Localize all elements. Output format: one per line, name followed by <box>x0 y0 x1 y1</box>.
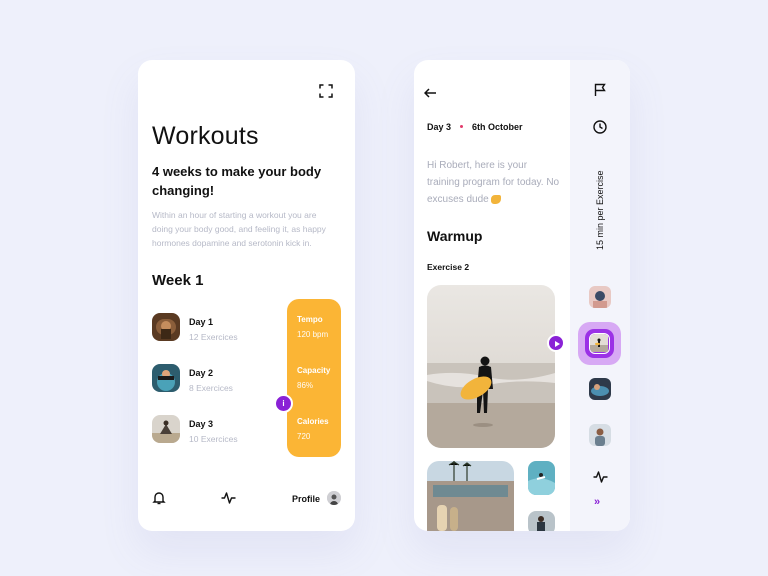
active-exercise-thumbnail <box>589 333 610 354</box>
profile-link[interactable]: Profile <box>292 494 320 504</box>
clock-icon[interactable] <box>593 120 607 134</box>
day-item[interactable]: Day 3 10 Exercices <box>152 415 282 445</box>
stat-label-calories: Calories <box>297 417 329 426</box>
flexed-biceps-icon <box>490 194 501 204</box>
greeting-text: Hi Robert, here is your training program… <box>427 157 562 208</box>
pulse-icon[interactable] <box>221 491 236 505</box>
day-item[interactable]: Day 1 12 Exercices <box>152 313 282 343</box>
stat-label-capacity: Capacity <box>297 366 331 375</box>
exercise-label: Exercise 2 <box>427 262 470 272</box>
duration-label: 15 min per Exercise <box>595 170 605 250</box>
day-date-line: Day 3 6th October <box>427 122 523 132</box>
day-name: Day 1 <box>189 317 214 327</box>
fullscreen-icon[interactable] <box>319 84 333 98</box>
stat-value-capacity: 86% <box>297 381 314 390</box>
side-exercise-thumbnail[interactable] <box>589 286 611 308</box>
exercise-image[interactable] <box>427 285 555 448</box>
pulse-icon[interactable] <box>593 470 608 484</box>
program-day: Day 3 <box>427 122 452 132</box>
day-thumbnail <box>152 364 180 392</box>
separator-dot <box>460 125 464 129</box>
side-exercise-active[interactable] <box>578 322 621 365</box>
workouts-card: Workouts 4 weeks to make your body chang… <box>138 60 355 531</box>
expand-chevron-icon[interactable]: » <box>594 496 600 508</box>
stat-label-tempo: Tempo <box>297 315 323 324</box>
page-description: Within an hour of starting a workout you… <box>152 210 326 248</box>
program-card: Day 3 6th October Hi Robert, here is your… <box>414 60 630 531</box>
day-name: Day 3 <box>189 419 214 429</box>
day-exercise-count: 10 Exercices <box>189 434 238 444</box>
stat-value-calories: 720 <box>297 432 311 441</box>
back-arrow-icon[interactable] <box>423 85 437 98</box>
week-heading: Week 1 <box>152 272 204 289</box>
day-thumbnail <box>152 313 180 341</box>
active-thumbnail-frame <box>585 329 614 358</box>
exercise-thumbnail[interactable] <box>528 461 555 495</box>
section-title: Warmup <box>427 228 483 244</box>
day-exercise-count: 8 Exercices <box>189 383 233 393</box>
side-exercise-thumbnail[interactable] <box>589 378 611 400</box>
stats-card: Tempo 120 bpm Capacity 86% Calories 720 <box>287 299 341 457</box>
play-icon[interactable] <box>547 334 565 352</box>
page-subtitle: 4 weeks to make your body changing! <box>152 164 322 198</box>
day-item[interactable]: Day 2 8 Exercices <box>152 364 282 394</box>
bell-icon[interactable] <box>152 491 166 505</box>
page-title: Workouts <box>152 122 259 150</box>
day-exercise-count: 12 Exercices <box>189 332 238 342</box>
exercise-thumbnail[interactable] <box>528 511 555 531</box>
program-date: 6th October <box>472 122 523 132</box>
stat-value-tempo: 120 bpm <box>297 330 329 339</box>
day-thumbnail <box>152 415 180 443</box>
day-name: Day 2 <box>189 368 214 378</box>
info-button[interactable]: i <box>274 394 293 413</box>
exercise-thumbnail[interactable] <box>427 461 514 531</box>
avatar[interactable] <box>327 491 341 505</box>
side-exercise-thumbnail[interactable] <box>589 424 611 446</box>
flag-icon[interactable] <box>593 83 607 97</box>
